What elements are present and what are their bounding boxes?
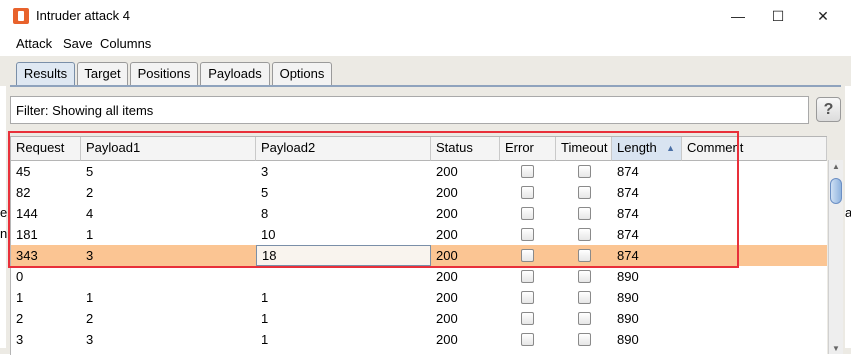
cell-length: 890 (617, 311, 639, 326)
cell-request: 2 (16, 311, 24, 326)
menu-bar: Attack Save Columns (0, 32, 851, 56)
cell-status: 200 (436, 290, 458, 305)
cell-payload1: 3 (86, 332, 94, 347)
filter-label: Filter: Showing all items (16, 103, 154, 118)
timeout-checkbox[interactable] (578, 270, 591, 283)
menu-save[interactable]: Save (63, 36, 93, 51)
table-row[interactable]: 0 200 890 (11, 266, 827, 287)
cell-request: 0 (16, 269, 24, 284)
cell-status: 200 (436, 269, 458, 284)
scroll-up-icon[interactable]: ▲ (832, 162, 840, 171)
help-button[interactable]: ? (816, 97, 841, 122)
tab-target[interactable]: Target (77, 62, 128, 85)
cell-status: 200 (436, 332, 458, 347)
tab-results[interactable]: Results (16, 62, 75, 85)
scroll-down-icon[interactable]: ▼ (832, 344, 840, 353)
timeout-checkbox[interactable] (578, 312, 591, 325)
cell-length: 890 (617, 269, 639, 284)
background-text: a (845, 205, 851, 220)
cell-payload1 (81, 266, 256, 287)
tab-positions[interactable]: Positions (130, 62, 198, 85)
table-row[interactable]: 3 3 1 200 890 (11, 329, 827, 350)
error-checkbox[interactable] (521, 333, 534, 346)
table-row[interactable]: 2 2 1 200 890 (11, 308, 827, 329)
tab-options[interactable]: Options (272, 62, 332, 85)
tab-divider (10, 85, 841, 87)
cell-payload2: 1 (261, 311, 269, 326)
annotation-highlight-box (8, 131, 739, 268)
vertical-scrollbar[interactable]: ▲ ▼ (828, 160, 843, 354)
maximize-button[interactable]: ☐ (755, 4, 801, 28)
cell-request: 1 (16, 290, 24, 305)
menu-attack[interactable]: Attack (16, 36, 52, 51)
cell-payload2: 1 (261, 332, 269, 347)
cell-length: 890 (617, 332, 639, 347)
burp-app-icon (13, 8, 29, 24)
cell-length: 890 (617, 290, 639, 305)
title-bar: Intruder attack 4 — ☐ ✕ (0, 0, 851, 32)
timeout-checkbox[interactable] (578, 333, 591, 346)
table-row[interactable]: 1 1 1 200 890 (11, 287, 827, 308)
close-button[interactable]: ✕ (800, 4, 846, 28)
window-title: Intruder attack 4 (36, 8, 130, 23)
cell-payload2 (256, 266, 431, 287)
timeout-checkbox[interactable] (578, 291, 591, 304)
cell-payload1: 1 (86, 290, 94, 305)
cell-status: 200 (436, 311, 458, 326)
tab-payloads[interactable]: Payloads (200, 62, 270, 85)
error-checkbox[interactable] (521, 291, 534, 304)
cell-payload1: 2 (86, 311, 94, 326)
cell-payload2: 1 (261, 290, 269, 305)
error-checkbox[interactable] (521, 270, 534, 283)
menu-columns[interactable]: Columns (100, 36, 151, 51)
filter-bar[interactable]: Filter: Showing all items (10, 96, 809, 124)
error-checkbox[interactable] (521, 312, 534, 325)
scrollbar-thumb[interactable] (830, 178, 842, 204)
cell-request: 3 (16, 332, 24, 347)
